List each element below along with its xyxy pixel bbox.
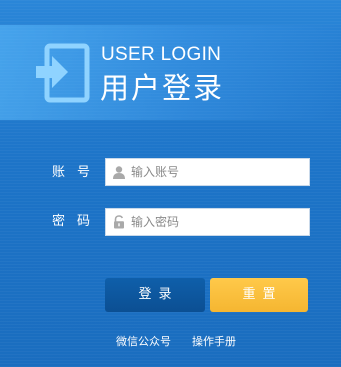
login-enter-icon bbox=[36, 43, 90, 103]
account-field[interactable] bbox=[105, 158, 310, 186]
account-label: 账号 bbox=[52, 165, 103, 180]
reset-button[interactable]: 重置 bbox=[210, 278, 308, 312]
user-manual-link[interactable]: 操作手册 bbox=[192, 335, 236, 349]
login-panel: USER LOGIN 用户登录 账号 密码 登录 重置 微信公众号 操作手册 bbox=[0, 0, 341, 367]
login-title-zh: 用户登录 bbox=[100, 71, 225, 105]
login-button[interactable]: 登录 bbox=[105, 278, 205, 312]
password-input[interactable] bbox=[131, 209, 307, 235]
password-field[interactable] bbox=[105, 208, 310, 236]
user-icon bbox=[113, 166, 125, 179]
login-title-en: USER LOGIN bbox=[101, 44, 222, 65]
wechat-account-link[interactable]: 微信公众号 bbox=[116, 335, 171, 349]
lock-icon bbox=[114, 215, 124, 229]
password-label: 密码 bbox=[52, 214, 103, 229]
account-input[interactable] bbox=[131, 159, 307, 185]
